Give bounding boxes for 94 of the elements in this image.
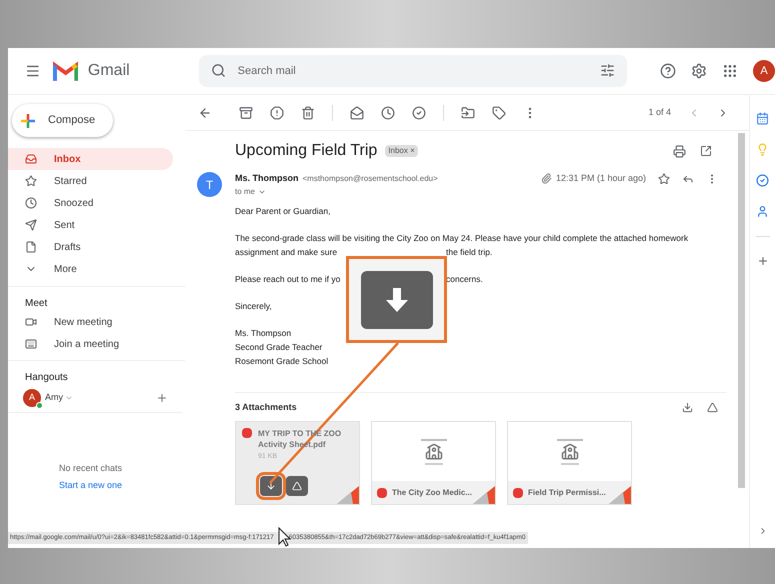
open-envelope-icon[interactable] — [350, 106, 364, 120]
menu-icon[interactable] — [25, 63, 41, 79]
clock-icon[interactable] — [381, 106, 395, 120]
body-text: Rosemont Grade School — [235, 354, 328, 368]
label-icon[interactable] — [492, 106, 506, 120]
filter-icon[interactable] — [600, 63, 615, 78]
document-preview-line — [556, 438, 582, 440]
nav-item[interactable]: Inbox — [8, 148, 173, 170]
nav-item[interactable]: Sent — [8, 214, 173, 236]
archive-icon[interactable] — [239, 106, 253, 120]
folder-icon[interactable] — [461, 106, 475, 120]
attachments-title: 3 Attachments — [235, 400, 297, 414]
compose-button[interactable]: Compose — [12, 104, 113, 137]
body-text: Dear Parent or Guardian, — [235, 204, 330, 218]
inbox-icon — [25, 153, 37, 165]
body-text: Sincerely, — [235, 300, 272, 312]
settings-icon[interactable] — [691, 63, 707, 79]
attachment-name: Field Trip Permissi... — [528, 486, 606, 498]
star-icon — [25, 175, 37, 187]
body-text: Second Grade Teacher — [235, 340, 322, 354]
document-preview-line — [424, 462, 442, 464]
nav-item[interactable]: Starred — [8, 170, 173, 192]
recipient-text: to me — [235, 186, 256, 198]
body-text: concerns. — [446, 272, 483, 286]
account-avatar[interactable]: A — [753, 60, 775, 82]
delete-icon[interactable] — [301, 106, 315, 120]
document-preview-line — [420, 438, 446, 440]
new-window-icon[interactable] — [700, 145, 712, 157]
gmail-logo-icon — [52, 61, 78, 81]
nav-item[interactable]: Snoozed — [8, 192, 173, 214]
help-icon[interactable] — [660, 63, 676, 79]
save-to-drive-button[interactable] — [286, 476, 308, 496]
send-icon — [25, 219, 37, 231]
empty-chats-text: No recent chats — [58, 462, 122, 475]
add-icon[interactable] — [156, 392, 168, 404]
file-icon — [25, 241, 37, 253]
triangle-icon[interactable] — [707, 402, 718, 413]
clock-icon — [25, 197, 37, 209]
meet-item[interactable]: New meeting — [8, 311, 185, 333]
print-icon[interactable] — [673, 144, 686, 158]
scrollbar[interactable] — [738, 133, 745, 488]
download-button[interactable] — [260, 476, 282, 496]
body-text: assignment and make sure — [235, 246, 338, 258]
apps-grid-icon[interactable] — [722, 63, 738, 79]
check-circle-icon[interactable] — [756, 174, 769, 187]
section-title: Hangouts — [24, 371, 68, 385]
calendar-icon[interactable] — [756, 112, 769, 125]
download-icon — [266, 481, 276, 491]
star-icon[interactable] — [658, 172, 670, 185]
app-name: Gmail — [88, 61, 130, 81]
school-icon — [560, 442, 578, 460]
body-text: Ms. Thompson — [235, 326, 292, 340]
start-chat-link[interactable]: Start a new one — [58, 478, 122, 492]
document-preview-line — [560, 462, 578, 464]
section-title: Meet — [24, 297, 48, 311]
sender-address: <msthompson@rosementschool.edu> — [302, 172, 438, 185]
body-text: The second-grade class will be visiting the City Zoo on May 24. Please have your child complete the attached homework — [235, 232, 688, 244]
email-time: 12:31 PM (1 hour ago) — [556, 172, 646, 185]
email-subject: Upcoming Field Trip — [235, 141, 378, 161]
user-name[interactable]: Amy — [45, 391, 63, 405]
label-chip[interactable]: Inbox × — [385, 145, 418, 157]
body-text: Please reach out to me if yo — [235, 272, 342, 286]
plus-icon — [20, 112, 36, 128]
corner-fold-icon — [609, 486, 631, 504]
user-avatar[interactable]: A — [23, 389, 41, 407]
video-camera-icon — [25, 316, 37, 328]
sender-name: Ms. Thompson — [235, 172, 298, 185]
paperclip-icon — [540, 173, 552, 184]
meet-item[interactable]: Join a meeting — [8, 333, 185, 355]
school-icon — [424, 442, 442, 460]
spam-icon[interactable] — [270, 106, 284, 120]
attachment-card[interactable]: Field Trip Permissi... — [507, 421, 632, 505]
attachment-name: The City Zoo Medic... — [392, 486, 472, 498]
back-arrow-icon[interactable] — [198, 106, 212, 120]
nav-item[interactable]: More — [8, 258, 173, 280]
add-icon[interactable] — [756, 255, 768, 267]
body-text: the field trip. — [446, 246, 492, 258]
corner-fold-icon — [473, 486, 495, 504]
attachment-card[interactable]: The City Zoo Medic... — [371, 421, 496, 505]
pdf-icon — [242, 428, 252, 438]
search-icon[interactable] — [210, 63, 226, 78]
check-circle-icon[interactable] — [412, 106, 426, 120]
download-all-icon[interactable] — [682, 402, 693, 413]
download-arrow-icon — [386, 288, 408, 312]
keyboard-icon — [25, 338, 37, 350]
contact-icon[interactable] — [756, 205, 769, 218]
sender-avatar: T — [197, 172, 222, 197]
triangle-icon — [292, 481, 302, 491]
corner-fold-icon — [337, 486, 359, 504]
nav-item[interactable]: Drafts — [8, 236, 173, 258]
search-field[interactable]: Search mail — [198, 55, 627, 87]
pdf-icon — [513, 488, 523, 498]
pdf-icon — [377, 488, 387, 498]
message-count: 1 of 4 — [648, 106, 671, 119]
